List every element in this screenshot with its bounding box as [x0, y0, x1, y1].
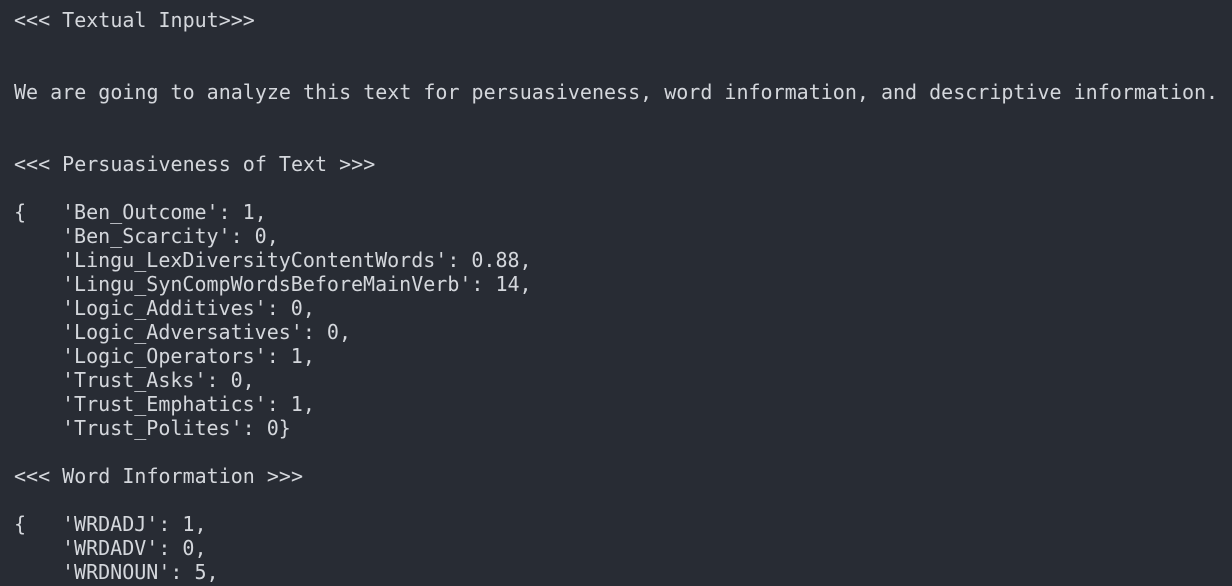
dict-entry: 'Lingu_LexDiversityContentWords': 0.88, — [62, 248, 532, 272]
word-information-open-brace: { — [14, 512, 27, 536]
dict-entry: 'Trust_Emphatics': 1, — [62, 392, 315, 416]
persuasiveness-open-brace: { — [14, 200, 27, 224]
dict-entry: 'WRDADJ': 1, — [62, 512, 207, 536]
dict-entry: 'Trust_Polites': 0} — [62, 416, 291, 440]
dict-entry: 'Lingu_SynCompWordsBeforeMainVerb': 14, — [62, 272, 532, 296]
header-textual-input: <<< Textual Input>>> — [14, 8, 255, 32]
header-word-information: <<< Word Information >>> — [14, 464, 303, 488]
input-text-line: We are going to analyze this text for pe… — [14, 80, 1219, 104]
dict-entry: 'WRDNOUN': 5, — [62, 560, 219, 584]
dict-entry: 'Logic_Adversatives': 0, — [62, 320, 351, 344]
header-persuasiveness: <<< Persuasiveness of Text >>> — [14, 152, 376, 176]
dict-entry: 'WRDADV': 0, — [62, 536, 207, 560]
dict-entry: 'Logic_Additives': 0, — [62, 296, 315, 320]
dict-entry: 'Ben_Scarcity': 0, — [62, 224, 279, 248]
dict-entry: 'Ben_Outcome': 1, — [62, 200, 267, 224]
terminal-output: <<< Textual Input>>> We are going to ana… — [0, 0, 1232, 586]
dict-entry: 'Trust_Asks': 0, — [62, 368, 255, 392]
dict-entry: 'Logic_Operators': 1, — [62, 344, 315, 368]
